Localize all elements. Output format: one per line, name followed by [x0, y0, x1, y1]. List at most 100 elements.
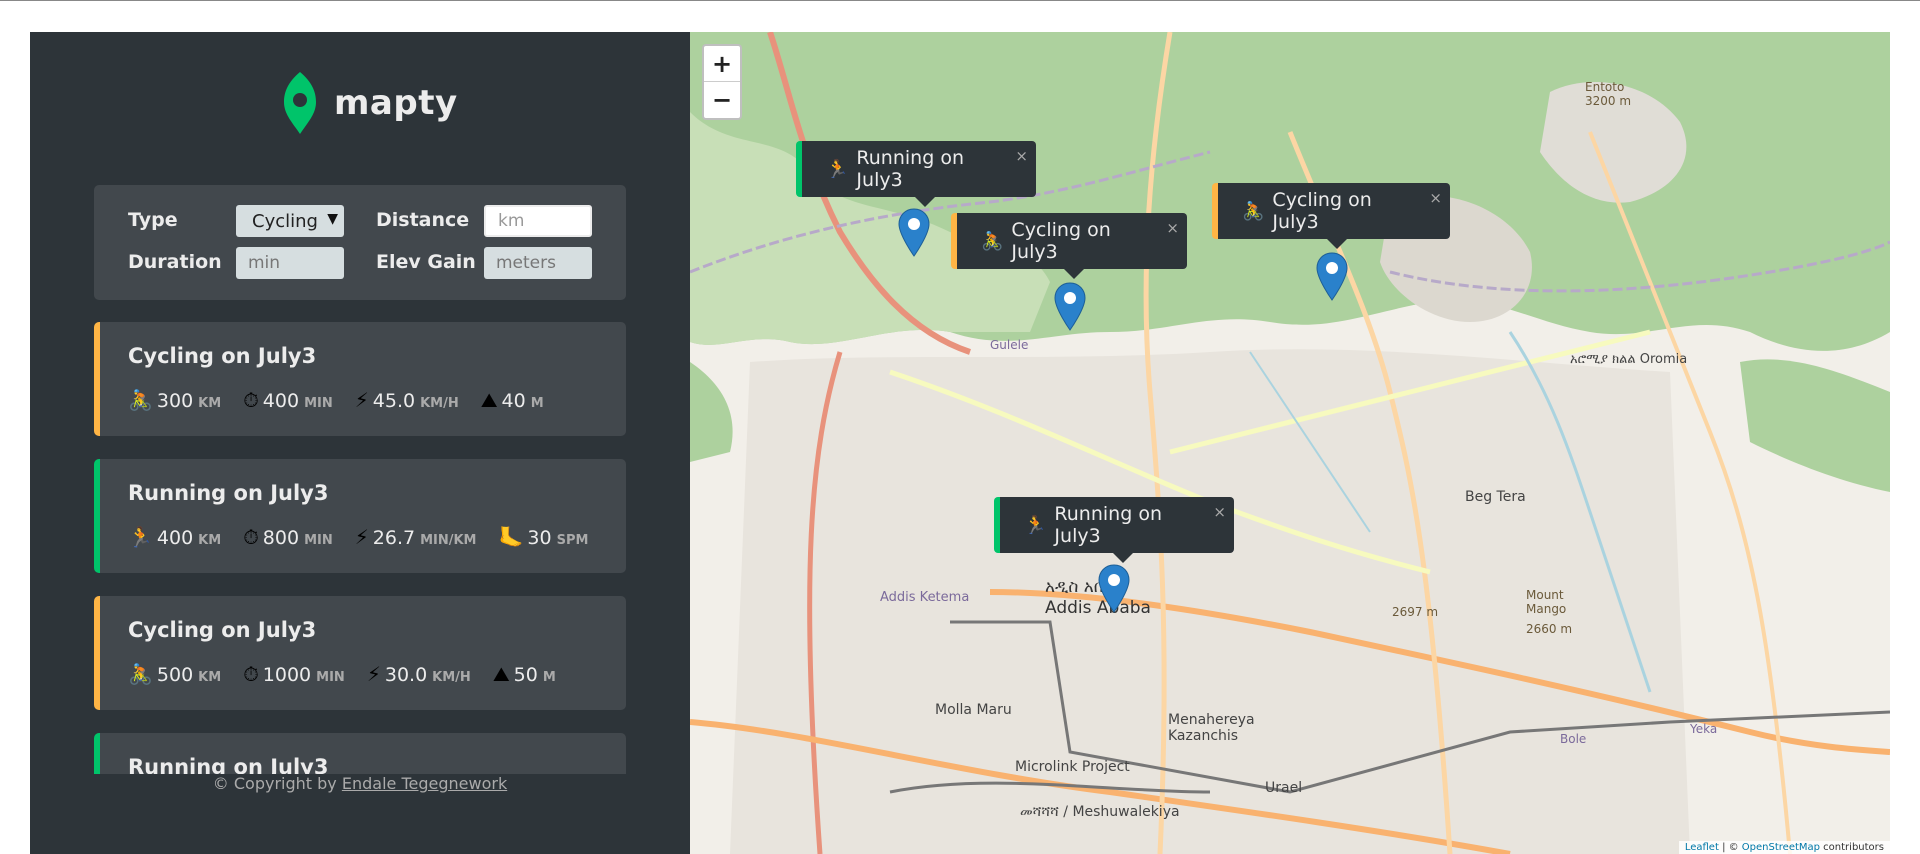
map-label-road: አሮሚያ ክልል Oromia — [1570, 352, 1688, 367]
stopwatch-icon: ⏱ — [243, 662, 259, 686]
copyright: © Copyright by Endale Tegegnework — [30, 774, 690, 793]
popup-tip — [1326, 238, 1348, 249]
zoom-in-button[interactable]: + — [704, 46, 740, 82]
copyright-prefix: © Copyright by — [212, 774, 342, 793]
distance-unit: KM — [198, 533, 222, 548]
bicycle-icon: 🚴 — [128, 388, 153, 412]
popup-tip — [1063, 268, 1085, 279]
stopwatch-icon: ⏱ — [243, 388, 259, 412]
workout-details: 🏃 400 KM ⏱ 800 MIN ⚡ 26.7 MIN/KM 🦶 30 SPM — [128, 525, 610, 549]
cadence-unit: SPM — [556, 533, 589, 548]
map-label-urael: Urael — [1265, 780, 1303, 796]
close-icon[interactable]: × — [1213, 503, 1226, 521]
workout-list: Cycling on July3 🚴 300 KM ⏱ 400 MIN ⚡ 45.0 KM/… — [94, 322, 626, 774]
popup-text: Running on July3 — [1054, 503, 1162, 547]
distance-placeholder: km — [498, 211, 525, 231]
chevron-down-icon: ▼ — [327, 211, 338, 227]
duration-unit: MIN — [304, 533, 333, 548]
lightning-icon: ⚡ — [354, 388, 369, 412]
map-label-elev-2697: 2697 m — [1392, 605, 1439, 619]
workout-title: Cycling on July3 — [128, 344, 317, 368]
map-label-meshuwalekiya: መሻሻሻ / Meshuwalekiya — [1020, 804, 1180, 820]
elev-gain-input[interactable]: meters — [484, 247, 592, 279]
leaflet-link[interactable]: Leaflet — [1685, 842, 1719, 853]
workout-title: Running on July3 — [128, 755, 329, 774]
mountain-icon: ⛰ — [492, 662, 510, 686]
location-pin-icon — [284, 72, 316, 134]
pace-unit: MIN/KM — [420, 533, 477, 548]
close-icon[interactable]: × — [1166, 219, 1179, 237]
workout-popup[interactable]: 🚴 Cycling on July3 × — [1212, 183, 1450, 249]
workout-card[interactable]: Running on July3 — [94, 733, 626, 774]
app-name: mapty — [334, 83, 458, 123]
pace-value: 26.7 — [372, 527, 416, 549]
attrib-suffix: contributors — [1820, 842, 1884, 853]
popup-tip — [1112, 552, 1134, 563]
popup-text: Running on July3 — [856, 147, 964, 191]
bicycle-icon: 🚴 — [1242, 200, 1265, 222]
workout-popup[interactable]: 🚴 Cycling on July3 × — [951, 213, 1187, 279]
workout-card[interactable]: Cycling on July3 🚴 500 KM ⏱ 1000 MIN ⚡ 30.0 KM… — [94, 596, 626, 710]
osm-link[interactable]: OpenStreetMap — [1742, 842, 1820, 853]
map-label-microlink: Microlink Project — [1015, 759, 1130, 775]
close-icon[interactable]: × — [1429, 189, 1442, 207]
workout-popup[interactable]: 🏃 Running on July3 × — [994, 497, 1234, 563]
distance-value: 400 — [156, 527, 194, 549]
speed-unit: KM/H — [432, 670, 471, 685]
type-select[interactable]: Cycling ▼ — [236, 205, 344, 237]
runner-icon: 🏃 — [1024, 514, 1047, 536]
map-label-beg-tera: Beg Tera — [1465, 489, 1526, 505]
duration-value: 1000 — [262, 664, 312, 686]
map-label-addis-ketema: Addis Ketema — [880, 590, 970, 605]
map-label-bole: Bole — [1560, 732, 1587, 746]
duration-value: 800 — [262, 527, 300, 549]
speed-value: 45.0 — [372, 390, 416, 412]
workout-title: Cycling on July3 — [128, 618, 317, 642]
duration-value: 400 — [262, 390, 300, 412]
elevation-value: 40 — [501, 390, 526, 412]
map-attribution: Leaflet | © OpenStreetMap contributors — [1678, 841, 1890, 854]
mountain-icon: ⛰ — [480, 388, 498, 412]
speed-value: 30.0 — [384, 664, 428, 686]
close-icon[interactable]: × — [1015, 147, 1028, 165]
runner-icon: 🏃 — [826, 158, 849, 180]
workout-card[interactable]: Running on July3 🏃 400 KM ⏱ 800 MIN ⚡ 26.7 MIN… — [94, 459, 626, 573]
duration-label: Duration — [128, 251, 222, 273]
popup-text: Cycling on July3 — [1272, 189, 1372, 233]
runner-icon: 🏃 — [128, 525, 153, 549]
elevation-value: 50 — [513, 664, 538, 686]
top-border — [0, 0, 1920, 1]
type-label: Type — [128, 209, 178, 231]
map[interactable]: አሮሚያ ክልል Oromia Entoto 3200 m Beg Tera M… — [690, 32, 1890, 854]
elev-gain-label: Elev Gain — [376, 251, 476, 273]
map-marker-icon[interactable] — [898, 208, 930, 258]
sidebar: mapty Type Cycling ▼ Distance km Duratio… — [30, 32, 690, 854]
workout-popup[interactable]: 🏃 Running on July3 × — [796, 141, 1036, 207]
distance-label: Distance — [376, 209, 470, 231]
map-marker-icon[interactable] — [1316, 252, 1348, 302]
map-label-gulele: Gulele — [990, 338, 1029, 352]
distance-input[interactable]: km — [484, 205, 592, 237]
workout-form: Type Cycling ▼ Distance km Duration min … — [94, 185, 626, 300]
map-label-molla-maru: Molla Maru — [935, 702, 1012, 718]
duration-unit: MIN — [304, 396, 333, 411]
author-link[interactable]: Endale Tegegnework — [342, 774, 507, 793]
map-marker-icon[interactable] — [1054, 282, 1086, 332]
map-label-mount-mango-elev: 2660 m — [1526, 622, 1573, 636]
zoom-out-button[interactable]: − — [704, 82, 740, 118]
duration-input[interactable]: min — [236, 247, 344, 279]
map-marker-icon[interactable] — [1098, 564, 1130, 614]
cadence-value: 30 — [527, 527, 552, 549]
lightning-icon: ⚡ — [366, 662, 381, 686]
speed-unit: KM/H — [420, 396, 459, 411]
workout-card[interactable]: Cycling on July3 🚴 300 KM ⏱ 400 MIN ⚡ 45.0 KM/… — [94, 322, 626, 436]
map-label-entoto: Entoto — [1585, 80, 1625, 94]
logo: mapty — [280, 70, 458, 136]
type-select-value: Cycling — [252, 210, 318, 232]
workout-details: 🚴 300 KM ⏱ 400 MIN ⚡ 45.0 KM/H ⛰ 40 M — [128, 388, 566, 412]
distance-unit: KM — [198, 396, 222, 411]
duration-placeholder: min — [248, 253, 281, 273]
bicycle-icon: 🚴 — [128, 662, 153, 686]
popup-text: Cycling on July3 — [1011, 219, 1111, 263]
distance-unit: KM — [198, 670, 222, 685]
